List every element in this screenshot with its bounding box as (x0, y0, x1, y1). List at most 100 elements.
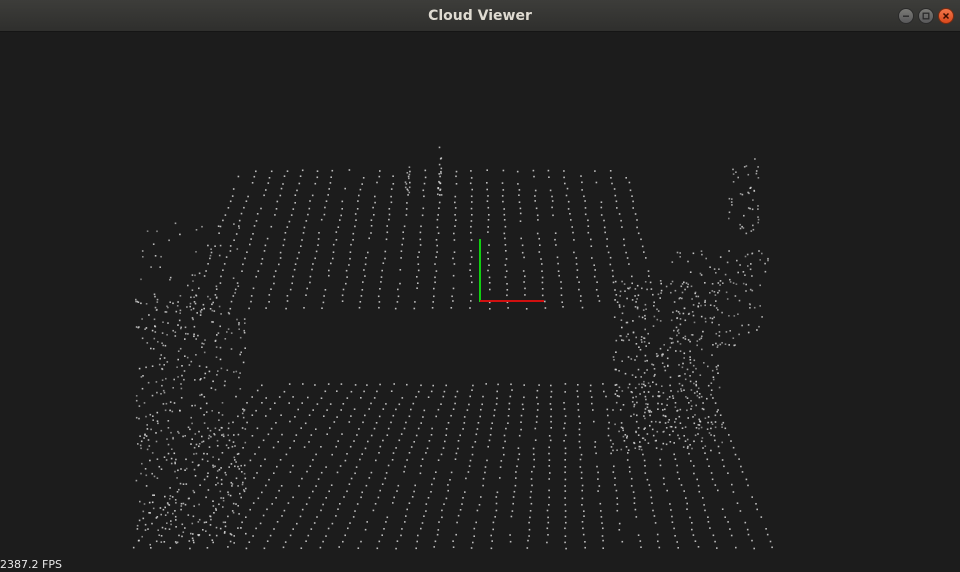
cloud-point (406, 383, 408, 386)
cloud-point (486, 188, 488, 191)
cloud-point (646, 406, 649, 409)
cloud-point (155, 517, 158, 519)
cloud-point (212, 466, 215, 468)
cloud-point (187, 514, 190, 516)
cloud-point (591, 402, 593, 405)
cloud-point (309, 200, 311, 202)
cloud-point (226, 369, 229, 371)
cloud-point (594, 269, 596, 271)
cloud-point (346, 276, 348, 278)
cloud-point (666, 489, 668, 492)
cloud-point (495, 403, 498, 405)
cloud-point (619, 335, 621, 337)
cloud-point (361, 453, 363, 455)
cloud-point (487, 251, 489, 254)
cloud-point (370, 232, 372, 234)
cloud-point (212, 301, 214, 304)
cloud-point (140, 472, 142, 475)
cloud-point (287, 502, 290, 504)
cloud-point (237, 527, 239, 529)
cloud-point (740, 465, 742, 468)
3d-viewport[interactable]: 2387.2 FPS (0, 32, 960, 572)
cloud-point (621, 226, 623, 228)
cloud-point (208, 370, 211, 373)
cloud-point (696, 340, 699, 342)
cloud-point (710, 393, 712, 396)
cloud-point (349, 522, 351, 524)
cloud-point (214, 340, 217, 342)
cloud-point (184, 503, 187, 506)
cloud-point (288, 220, 291, 223)
cloud-point (306, 287, 308, 290)
cloud-point (452, 408, 455, 410)
cloud-point (189, 302, 192, 305)
cloud-point (210, 251, 213, 254)
cloud-point (198, 365, 201, 367)
cloud-point (604, 231, 606, 234)
cloud-point (392, 175, 394, 177)
maximize-button[interactable] (918, 8, 934, 24)
cloud-point (581, 484, 584, 487)
cloud-point (399, 282, 401, 285)
cloud-point (392, 414, 395, 417)
cloud-point (235, 477, 238, 480)
cloud-point (571, 226, 573, 228)
minimize-button[interactable] (898, 8, 914, 24)
cloud-point (620, 422, 623, 424)
cloud-point (289, 420, 291, 423)
cloud-point (487, 219, 490, 221)
cloud-point (746, 528, 749, 531)
cloud-point (294, 202, 296, 204)
title-bar[interactable]: Cloud Viewer (0, 0, 960, 32)
cloud-point (286, 170, 289, 172)
cloud-point (469, 307, 471, 309)
cloud-point (717, 489, 719, 492)
cloud-point (728, 315, 730, 317)
cloud-point (676, 464, 678, 467)
cloud-point (215, 534, 218, 537)
cloud-point (294, 263, 297, 265)
cloud-point (753, 306, 756, 309)
cloud-point (618, 370, 620, 372)
cloud-point (358, 428, 360, 430)
cloud-point (666, 404, 668, 406)
cloud-point (139, 444, 142, 447)
cloud-point (397, 484, 400, 487)
cloud-point (621, 339, 623, 341)
cloud-point (413, 307, 416, 310)
cloud-point (155, 540, 158, 543)
cloud-point (436, 218, 439, 221)
cloud-point (314, 182, 317, 185)
cloud-point (422, 207, 425, 210)
cloud-point (436, 244, 438, 247)
cloud-point (621, 280, 623, 283)
cloud-point (201, 342, 203, 345)
cloud-point (276, 200, 279, 203)
cloud-point (644, 303, 647, 306)
cloud-point (470, 293, 473, 296)
cloud-point (502, 200, 504, 203)
cloud-point (262, 514, 265, 517)
cloud-point (457, 440, 460, 442)
cloud-point (399, 269, 402, 271)
cloud-point (520, 421, 522, 423)
cloud-point (203, 422, 206, 424)
cloud-point (644, 417, 646, 420)
cloud-point (751, 289, 754, 292)
cloud-point (612, 471, 615, 473)
cloud-point (356, 503, 359, 505)
cloud-point (388, 218, 390, 221)
cloud-point (580, 175, 582, 177)
cloud-point (728, 344, 730, 346)
cloud-point (283, 509, 286, 512)
cloud-point (231, 195, 234, 197)
close-button[interactable] (938, 8, 954, 24)
cloud-point (177, 430, 179, 433)
cloud-point (237, 505, 239, 507)
cloud-point (360, 496, 362, 499)
cloud-point (313, 522, 316, 524)
cloud-point (452, 274, 455, 277)
cloud-point (193, 335, 195, 338)
cloud-point (677, 409, 679, 412)
cloud-point (215, 296, 218, 298)
